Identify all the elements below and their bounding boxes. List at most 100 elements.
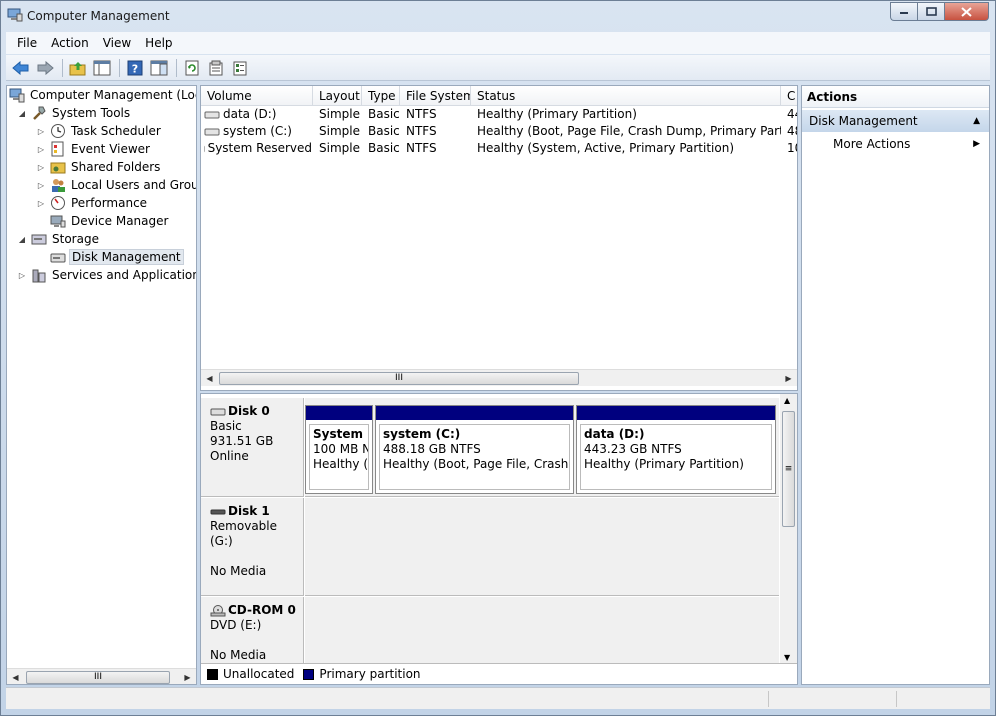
tree-item-label: Shared Folders bbox=[71, 160, 161, 174]
computer-management-icon bbox=[9, 87, 25, 103]
show-hide-tree-button[interactable] bbox=[91, 57, 113, 79]
tree-item-label: Disk Management bbox=[69, 249, 184, 265]
column-header-layout[interactable]: Layout bbox=[313, 86, 362, 106]
show-hide-action-pane-button[interactable] bbox=[148, 57, 170, 79]
window-title: Computer Management bbox=[27, 9, 170, 23]
partition-system-reserved[interactable]: System Re 100 MB NT Healthy (S bbox=[305, 405, 373, 494]
expand-arrow-icon[interactable]: ▷ bbox=[36, 163, 46, 172]
action-more-actions[interactable]: More Actions ▶ bbox=[802, 132, 989, 154]
expand-arrow-icon[interactable]: ▷ bbox=[36, 199, 46, 208]
partition-type-bar bbox=[306, 406, 372, 420]
menu-view[interactable]: View bbox=[96, 33, 138, 53]
collapse-up-arrow-icon[interactable]: ▲ bbox=[973, 110, 980, 132]
tree-item-performance[interactable]: ▷ Performance bbox=[36, 194, 149, 212]
computer-management-window: Computer Management File Action View Hel… bbox=[0, 0, 996, 716]
maximize-icon bbox=[925, 7, 937, 16]
tree-item-label: Performance bbox=[71, 196, 148, 210]
menu-help[interactable]: Help bbox=[138, 33, 179, 53]
actions-group-disk-management[interactable]: Disk Management ▲ bbox=[802, 110, 989, 132]
scroll-right-arrow-icon[interactable]: ▶ bbox=[179, 669, 196, 684]
tree-item-computer-management[interactable]: Computer Management (Local bbox=[9, 86, 197, 104]
tree-horizontal-scrollbar[interactable]: ◀ III ▶ bbox=[7, 668, 196, 684]
partition-type-bar bbox=[577, 406, 775, 420]
partition-name: data (D:) bbox=[584, 427, 645, 441]
tree-item-event-viewer[interactable]: ▷ Event Viewer bbox=[36, 140, 152, 158]
expand-arrow-icon[interactable]: ▷ bbox=[36, 181, 46, 190]
collapse-arrow-icon[interactable]: ◢ bbox=[17, 235, 27, 244]
expand-arrow-icon[interactable]: ▷ bbox=[36, 127, 46, 136]
volume-row[interactable]: System Reserved Simple Basic NTFS Health… bbox=[201, 140, 797, 157]
menu-file[interactable]: File bbox=[10, 33, 44, 53]
column-header-capacity[interactable]: C bbox=[781, 86, 797, 106]
close-button[interactable] bbox=[944, 2, 989, 21]
title-bar[interactable]: Computer Management bbox=[1, 1, 995, 31]
close-icon bbox=[961, 6, 972, 17]
tree-item-local-users-and-groups[interactable]: ▷ Local Users and Groups bbox=[36, 176, 196, 194]
column-header-volume[interactable]: Volume bbox=[201, 86, 313, 106]
help-button[interactable]: ? bbox=[124, 57, 146, 79]
up-folder-button[interactable] bbox=[67, 57, 89, 79]
scroll-up-arrow-icon[interactable]: ▲ bbox=[784, 396, 790, 405]
column-header-file-system[interactable]: File System bbox=[400, 86, 471, 106]
refresh-button[interactable] bbox=[181, 57, 203, 79]
partition-data-d[interactable]: data (D:) 443.23 GB NTFS Healthy (Primar… bbox=[576, 405, 776, 494]
volume-type: Basic bbox=[368, 141, 400, 155]
refresh-icon bbox=[185, 60, 199, 75]
disk-1-label[interactable]: Disk 1 Removable (G:) No Media bbox=[201, 498, 304, 596]
volume-capacity: 44 bbox=[787, 107, 797, 121]
tree-item-task-scheduler[interactable]: ▷ Task Scheduler bbox=[36, 122, 163, 140]
maximize-button[interactable] bbox=[917, 2, 944, 21]
toolbar-separator bbox=[119, 58, 120, 77]
column-header-type[interactable]: Type bbox=[362, 86, 400, 106]
tree-item-label: System Tools bbox=[52, 106, 131, 120]
scroll-left-arrow-icon[interactable]: ◀ bbox=[201, 370, 218, 386]
partition-type-bar bbox=[376, 406, 573, 420]
event-viewer-icon bbox=[50, 141, 66, 157]
legend-primary-partition-swatch bbox=[303, 668, 315, 680]
scroll-thumb[interactable]: ≡ bbox=[782, 411, 795, 527]
navigation-tree: Computer Management (Local ◢ System Tool… bbox=[6, 85, 197, 685]
back-icon bbox=[12, 60, 29, 75]
tree-item-storage[interactable]: ◢ Storage bbox=[17, 230, 101, 248]
volume-type: Basic bbox=[368, 124, 400, 138]
tree-item-system-tools[interactable]: ◢ System Tools bbox=[17, 104, 132, 122]
disk-view-vertical-scrollbar[interactable]: ▲ ≡ ▼ bbox=[780, 394, 797, 664]
scroll-down-arrow-icon[interactable]: ▼ bbox=[784, 653, 790, 662]
volume-row[interactable]: data (D:) Simple Basic NTFS Healthy (Pri… bbox=[201, 106, 797, 123]
partition-system-c[interactable]: system (C:) 488.18 GB NTFS Healthy (Boot… bbox=[375, 405, 574, 494]
tree-item-disk-management[interactable]: Disk Management bbox=[36, 248, 184, 266]
forward-button[interactable] bbox=[34, 57, 56, 79]
forward-icon bbox=[37, 60, 54, 75]
export-list-button[interactable] bbox=[229, 57, 251, 79]
disk-name: CD-ROM 0 bbox=[228, 603, 296, 617]
disk-size: 931.51 GB bbox=[210, 434, 274, 448]
tree-item-device-manager[interactable]: Device Manager bbox=[36, 212, 170, 230]
scroll-left-arrow-icon[interactable]: ◀ bbox=[7, 669, 24, 684]
status-bar-separator bbox=[896, 691, 897, 707]
properties-button[interactable] bbox=[205, 57, 227, 79]
volume-row[interactable]: system (C:) Simple Basic NTFS Healthy (B… bbox=[201, 123, 797, 140]
tree-item-services-and-applications[interactable]: ▷ Services and Applications bbox=[17, 266, 196, 284]
scroll-right-arrow-icon[interactable]: ▶ bbox=[780, 370, 797, 386]
expand-arrow-icon[interactable]: ▷ bbox=[17, 271, 27, 280]
submenu-arrow-icon: ▶ bbox=[973, 139, 980, 149]
disk-state: No Media bbox=[210, 564, 267, 578]
disk-0-label[interactable]: Disk 0 Basic 931.51 GB Online bbox=[201, 398, 304, 497]
actions-group-label: Disk Management bbox=[809, 114, 918, 128]
volume-list-horizontal-scrollbar[interactable]: ◀ III ▶ bbox=[201, 369, 797, 386]
minimize-button[interactable] bbox=[890, 2, 917, 21]
scroll-thumb[interactable]: III bbox=[26, 671, 170, 684]
removable-disk-icon bbox=[210, 509, 226, 514]
tree-item-label: Local Users and Groups bbox=[71, 178, 196, 192]
users-icon bbox=[50, 177, 66, 193]
back-button[interactable] bbox=[10, 57, 32, 79]
tree-item-label: Computer Management (Local bbox=[30, 88, 197, 102]
properties-icon bbox=[209, 60, 223, 75]
scroll-thumb[interactable]: III bbox=[219, 372, 579, 385]
expand-arrow-icon[interactable]: ▷ bbox=[36, 145, 46, 154]
tree-item-shared-folders[interactable]: ▷ Shared Folders bbox=[36, 158, 162, 176]
volume-drive-icon bbox=[204, 128, 220, 135]
column-header-status[interactable]: Status bbox=[471, 86, 781, 106]
menu-action[interactable]: Action bbox=[44, 33, 96, 53]
collapse-arrow-icon[interactable]: ◢ bbox=[17, 109, 27, 118]
